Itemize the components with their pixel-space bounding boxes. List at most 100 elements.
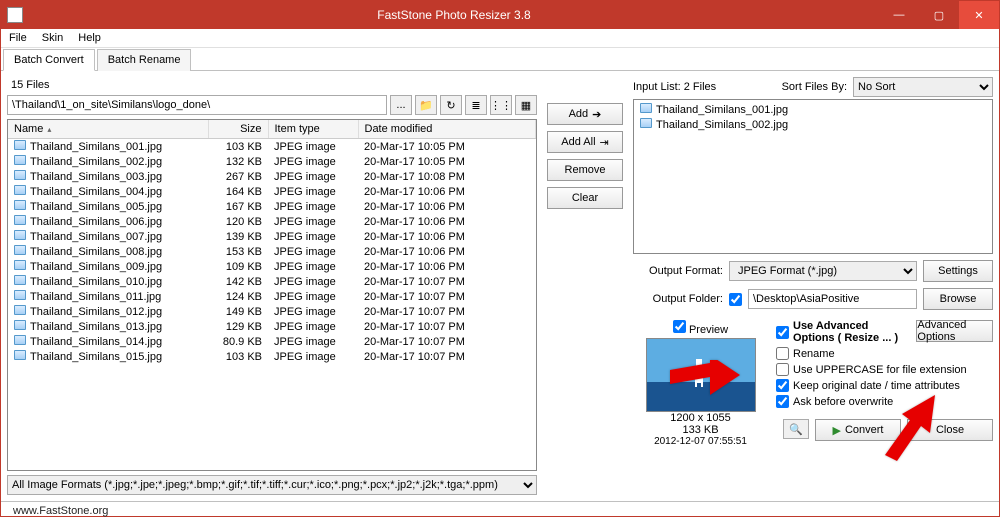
image-file-icon	[14, 230, 26, 240]
preview-dims: 1200 x 1055	[670, 412, 731, 424]
refresh-icon[interactable]: ↻	[440, 95, 462, 115]
window-title: FastStone Photo Resizer 3.8	[29, 8, 879, 22]
table-row[interactable]: Thailand_Similans_002.jpg132 KBJPEG imag…	[8, 154, 536, 169]
ask-overwrite-checkbox[interactable]	[776, 395, 789, 408]
menu-help[interactable]: Help	[78, 32, 101, 44]
path-input[interactable]	[7, 95, 387, 115]
keepdate-checkbox[interactable]	[776, 379, 789, 392]
preview-size: 133 KB	[682, 424, 718, 436]
view-list-icon[interactable]: ⋮⋮	[490, 95, 512, 115]
input-list-label: Input List: 2 Files	[633, 81, 776, 93]
image-file-icon	[640, 118, 652, 128]
table-row[interactable]: Thailand_Similans_014.jpg80.9 KBJPEG ima…	[8, 334, 536, 349]
col-name[interactable]: Name	[8, 120, 208, 139]
transfer-buttons: Add➔ Add All⇥ Remove Clear	[545, 77, 625, 495]
app-icon	[7, 7, 23, 23]
table-row[interactable]: Thailand_Similans_007.jpg139 KBJPEG imag…	[8, 229, 536, 244]
image-file-icon	[14, 305, 26, 315]
preview-date: 2012-12-07 07:55:51	[654, 436, 747, 447]
file-count: 15 Files	[7, 77, 537, 93]
advanced-options-checkbox-label[interactable]: Use Advanced Options ( Resize ... )	[776, 320, 908, 344]
col-type[interactable]: Item type	[268, 120, 358, 139]
table-row[interactable]: Thailand_Similans_001.jpg103 KBJPEG imag…	[8, 139, 536, 155]
output-format-select[interactable]: JPEG Format (*.jpg)	[729, 261, 917, 281]
image-file-icon	[14, 335, 26, 345]
filter-select[interactable]: All Image Formats (*.jpg;*.jpe;*.jpeg;*.…	[7, 475, 537, 495]
image-file-icon	[14, 140, 26, 150]
add-all-button[interactable]: Add All⇥	[547, 131, 623, 153]
up-folder-icon[interactable]: 📁	[415, 95, 437, 115]
preview-checkbox[interactable]	[673, 320, 686, 333]
close-button[interactable]: ✕	[959, 1, 999, 29]
image-file-icon	[14, 260, 26, 270]
clear-button[interactable]: Clear	[547, 187, 623, 209]
tab-batch-rename[interactable]: Batch Rename	[97, 49, 192, 71]
preview-image[interactable]	[646, 338, 756, 412]
table-row[interactable]: Thailand_Similans_015.jpg103 KBJPEG imag…	[8, 349, 536, 364]
menu-skin[interactable]: Skin	[42, 32, 63, 44]
table-row[interactable]: Thailand_Similans_003.jpg267 KBJPEG imag…	[8, 169, 536, 184]
convert-button[interactable]: ▶ Convert	[815, 419, 901, 441]
status-bar: www.FastStone.org	[1, 501, 999, 520]
table-row[interactable]: Thailand_Similans_011.jpg124 KBJPEG imag…	[8, 289, 536, 304]
advanced-options-checkbox[interactable]	[776, 326, 789, 339]
play-icon: ▶	[833, 424, 841, 437]
table-row[interactable]: Thailand_Similans_004.jpg164 KBJPEG imag…	[8, 184, 536, 199]
table-row[interactable]: Thailand_Similans_010.jpg142 KBJPEG imag…	[8, 274, 536, 289]
arrow-right-icon: ➔	[592, 108, 601, 121]
output-folder-checkbox[interactable]	[729, 293, 742, 306]
view-thumbs-icon[interactable]: ▦	[515, 95, 537, 115]
sort-select[interactable]: No Sort	[853, 77, 993, 97]
remove-button[interactable]: Remove	[547, 159, 623, 181]
image-file-icon	[14, 185, 26, 195]
tab-batch-convert[interactable]: Batch Convert	[3, 49, 95, 71]
image-file-icon	[14, 275, 26, 285]
tabs: Batch Convert Batch Rename	[1, 48, 999, 71]
close-dialog-button[interactable]: Close	[907, 419, 993, 441]
menu-bar: File Skin Help	[1, 29, 999, 48]
output-folder-input[interactable]	[748, 289, 917, 309]
rename-checkbox[interactable]	[776, 347, 789, 360]
list-item[interactable]: Thailand_Similans_001.jpg	[636, 102, 990, 117]
table-row[interactable]: Thailand_Similans_009.jpg109 KBJPEG imag…	[8, 259, 536, 274]
input-list[interactable]: Thailand_Similans_001.jpgThailand_Simila…	[633, 99, 993, 254]
list-item[interactable]: Thailand_Similans_002.jpg	[636, 117, 990, 132]
keepdate-checkbox-label[interactable]: Keep original date / time attributes	[776, 379, 993, 392]
table-row[interactable]: Thailand_Similans_006.jpg120 KBJPEG imag…	[8, 214, 536, 229]
arrow-right-all-icon: ⇥	[600, 136, 609, 149]
maximize-button[interactable]: ▢	[919, 1, 959, 29]
settings-button[interactable]: Settings	[923, 260, 993, 282]
table-row[interactable]: Thailand_Similans_013.jpg129 KBJPEG imag…	[8, 319, 536, 334]
uppercase-checkbox[interactable]	[776, 363, 789, 376]
preview-checkbox-label[interactable]: Preview	[673, 320, 728, 336]
sort-label: Sort Files By:	[782, 81, 847, 93]
preview-zoom-icon[interactable]: 🔍	[783, 419, 809, 439]
advanced-options-button[interactable]: Advanced Options	[916, 320, 993, 342]
browse-path-button[interactable]: ...	[390, 95, 412, 115]
table-row[interactable]: Thailand_Similans_012.jpg149 KBJPEG imag…	[8, 304, 536, 319]
image-file-icon	[640, 103, 652, 113]
col-modified[interactable]: Date modified	[358, 120, 536, 139]
image-file-icon	[14, 170, 26, 180]
title-bar: FastStone Photo Resizer 3.8 — ▢ ✕	[1, 1, 999, 29]
image-file-icon	[14, 200, 26, 210]
image-file-icon	[14, 350, 26, 360]
image-file-icon	[14, 245, 26, 255]
minimize-button[interactable]: —	[879, 1, 919, 29]
ask-overwrite-checkbox-label[interactable]: Ask before overwrite	[776, 395, 993, 408]
image-file-icon	[14, 320, 26, 330]
add-button[interactable]: Add➔	[547, 103, 623, 125]
rename-checkbox-label[interactable]: Rename	[776, 347, 993, 360]
file-list[interactable]: Name Size Item type Date modified Thaila…	[7, 119, 537, 471]
table-row[interactable]: Thailand_Similans_005.jpg167 KBJPEG imag…	[8, 199, 536, 214]
col-size[interactable]: Size	[208, 120, 268, 139]
image-file-icon	[14, 215, 26, 225]
menu-file[interactable]: File	[9, 32, 27, 44]
image-file-icon	[14, 290, 26, 300]
browse-button[interactable]: Browse	[923, 288, 993, 310]
table-row[interactable]: Thailand_Similans_008.jpg153 KBJPEG imag…	[8, 244, 536, 259]
view-details-icon[interactable]: ≣	[465, 95, 487, 115]
uppercase-checkbox-label[interactable]: Use UPPERCASE for file extension	[776, 363, 993, 376]
output-folder-label: Output Folder:	[633, 293, 723, 305]
image-file-icon	[14, 155, 26, 165]
